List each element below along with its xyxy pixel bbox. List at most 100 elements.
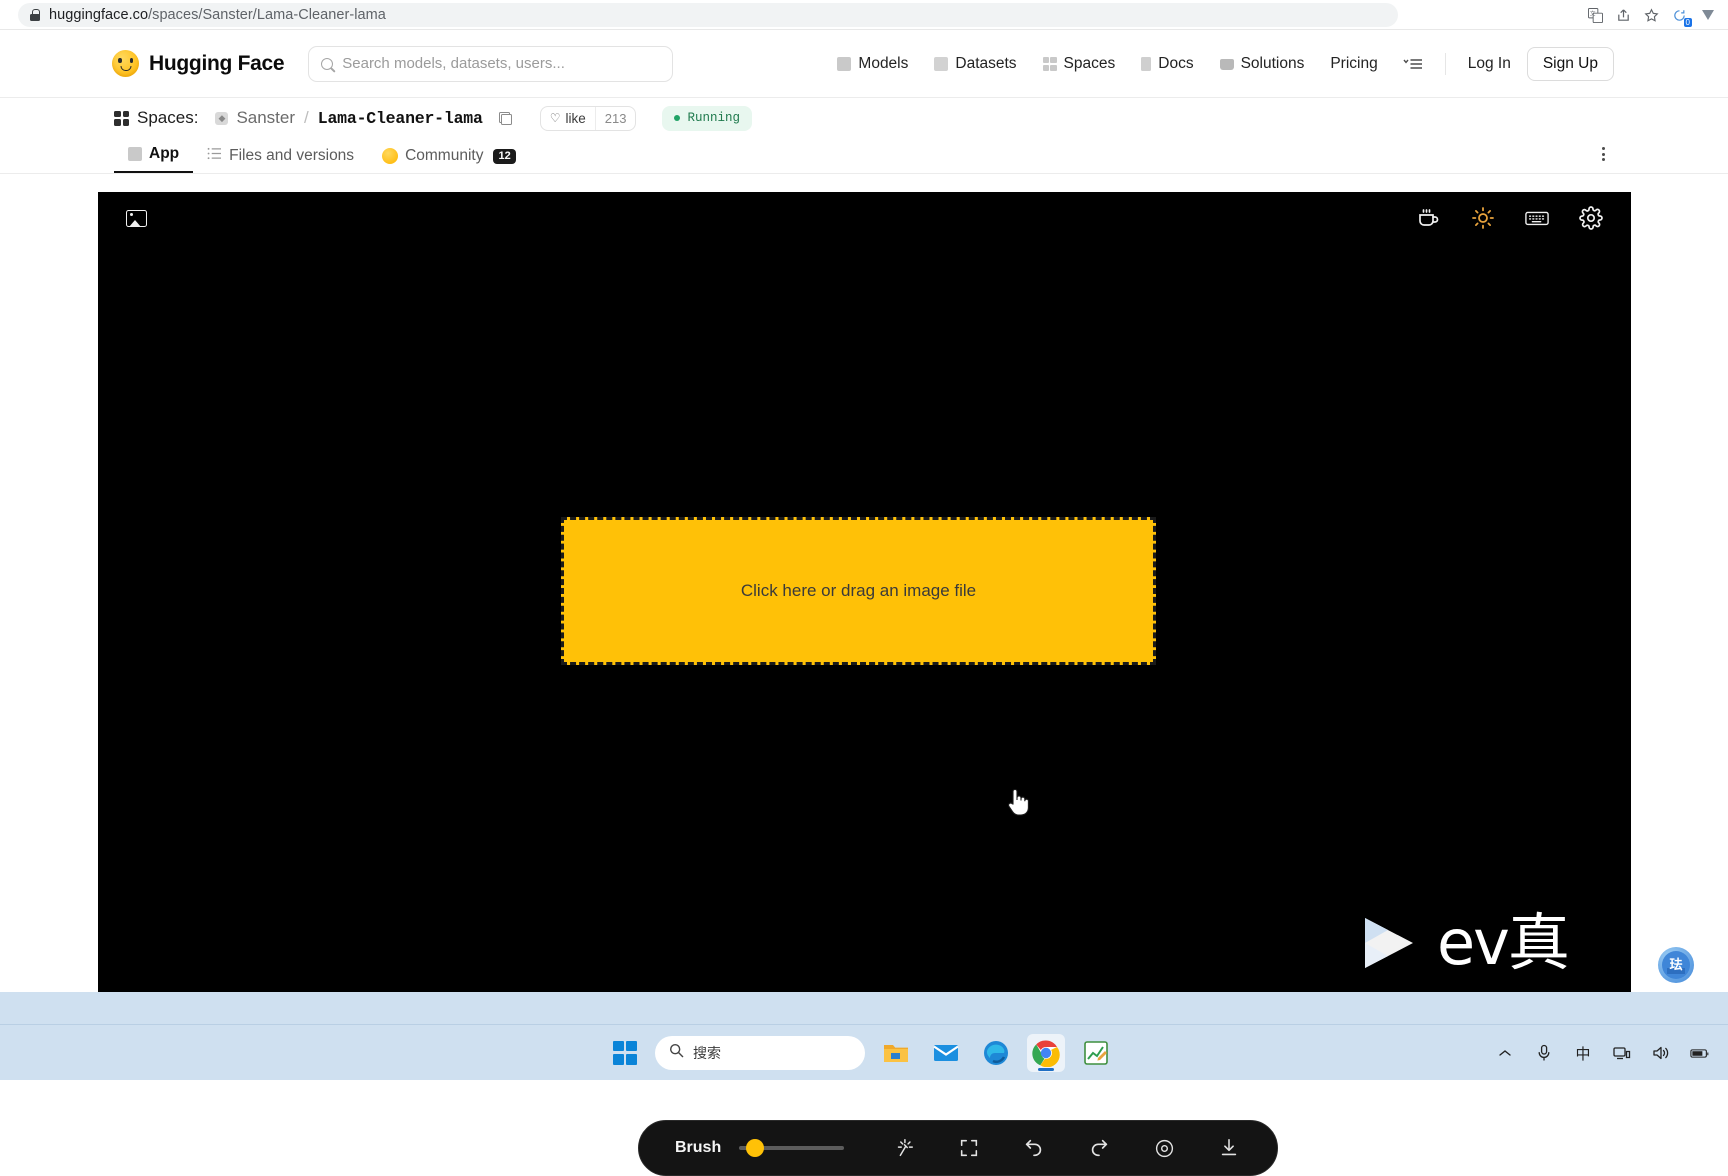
- system-tray: 中: [1495, 1025, 1710, 1081]
- search-placeholder: Search models, datasets, users...: [342, 55, 565, 72]
- nav-label: Pricing: [1330, 55, 1377, 73]
- dropzone-label: Click here or drag an image file: [741, 581, 976, 601]
- editor-bottom-toolbar: Brush: [638, 1120, 1278, 1176]
- extension-v-icon[interactable]: [1695, 3, 1720, 28]
- nav-item-docs[interactable]: Docs: [1128, 55, 1206, 73]
- file-explorer-icon[interactable]: [877, 1034, 915, 1072]
- breadcrumb-spaces-label[interactable]: Spaces:: [137, 108, 198, 128]
- cube-icon: [837, 57, 851, 71]
- like-count: 213: [595, 107, 636, 130]
- hugging-face-emoji-icon: [382, 148, 398, 164]
- taskbar-search-input[interactable]: 搜索: [655, 1036, 865, 1070]
- nav-item-pricing[interactable]: Pricing: [1317, 55, 1390, 73]
- search-input[interactable]: Search models, datasets, users...: [308, 46, 673, 82]
- eye-preview-icon[interactable]: [1152, 1136, 1176, 1160]
- magic-wand-icon[interactable]: [892, 1136, 916, 1160]
- tab-label: Files and versions: [229, 147, 354, 165]
- breadcrumb: Spaces: ◆ Sanster / Lama-Cleaner-lama ♡ …: [114, 106, 752, 131]
- briefcase-icon: [1220, 59, 1234, 70]
- brand-name: Hugging Face: [149, 52, 284, 76]
- mail-icon[interactable]: [927, 1034, 965, 1072]
- globe-badge-icon: 珐: [1658, 947, 1694, 983]
- desktop-background-strip: [0, 992, 1728, 1024]
- pointer-hand-cursor: [1004, 787, 1030, 817]
- space-breadcrumb-bar: Spaces: ◆ Sanster / Lama-Cleaner-lama ♡ …: [0, 98, 1728, 138]
- undo-icon[interactable]: [1022, 1136, 1046, 1160]
- redo-icon[interactable]: [1087, 1136, 1111, 1160]
- nav-item-spaces[interactable]: Spaces: [1030, 55, 1129, 73]
- app-toolbar: [98, 192, 1631, 244]
- like-button[interactable]: ♡ like 213: [540, 106, 637, 131]
- nav-item-models[interactable]: Models: [824, 55, 921, 73]
- sync-badge: 0: [1684, 18, 1692, 27]
- huggingface-header: Hugging Face Search models, datasets, us…: [0, 30, 1728, 98]
- ime-chinese-indicator[interactable]: 中: [1573, 1043, 1593, 1063]
- taskbar-center-group: 搜索: [613, 1034, 1115, 1072]
- status-label: Running: [687, 111, 740, 125]
- microphone-icon[interactable]: [1534, 1043, 1554, 1063]
- breadcrumb-owner[interactable]: Sanster: [236, 108, 295, 128]
- settings-gear-icon[interactable]: [1579, 206, 1603, 230]
- nav-label: Spaces: [1064, 55, 1116, 73]
- fullscreen-expand-icon[interactable]: [957, 1136, 981, 1160]
- volume-icon[interactable]: [1651, 1043, 1671, 1063]
- nav-label: Docs: [1158, 55, 1193, 73]
- nav-item-datasets[interactable]: Datasets: [921, 55, 1029, 73]
- browser-toolbar: huggingface.co/spaces/Sanster/Lama-Clean…: [0, 0, 1728, 30]
- cube-icon: [128, 147, 142, 161]
- hamburger-menu-icon[interactable]: [1391, 57, 1435, 71]
- breadcrumb-separator: /: [304, 108, 309, 128]
- share-icon[interactable]: [1611, 3, 1636, 28]
- spaces-grid-icon: [114, 111, 129, 126]
- svg-text:文: 文: [1590, 9, 1596, 17]
- tab-app[interactable]: App: [114, 145, 193, 173]
- more-options-icon[interactable]: [1592, 143, 1614, 165]
- coffee-icon[interactable]: [1417, 206, 1441, 230]
- download-icon[interactable]: [1217, 1136, 1241, 1160]
- show-hidden-icons-chevron[interactable]: [1495, 1043, 1515, 1063]
- brush-size-slider[interactable]: [739, 1146, 844, 1150]
- avatar: ◆: [215, 112, 228, 125]
- editor-action-icons: [892, 1136, 1241, 1160]
- hugging-face-emoji-icon: [112, 50, 139, 77]
- network-icon[interactable]: [1612, 1043, 1632, 1063]
- keyboard-shortcuts-icon[interactable]: [1525, 206, 1549, 230]
- breadcrumb-repo[interactable]: Lama-Cleaner-lama: [318, 109, 483, 128]
- active-app-underline: [1038, 1068, 1054, 1071]
- database-icon: [934, 57, 948, 71]
- address-bar[interactable]: huggingface.co/spaces/Sanster/Lama-Clean…: [18, 3, 1398, 27]
- document-icon: [1141, 57, 1151, 71]
- copy-icon[interactable]: [499, 112, 512, 125]
- tab-community[interactable]: Community 12: [368, 147, 530, 173]
- login-button[interactable]: Log In: [1456, 55, 1523, 73]
- search-icon: [321, 58, 333, 70]
- brand-logo[interactable]: Hugging Face: [112, 50, 284, 77]
- tab-badge-count: 12: [493, 149, 515, 164]
- like-label: like: [565, 111, 585, 126]
- space-tabs: App Files and versions Community 12: [0, 138, 1728, 174]
- page-left-margin: [0, 192, 98, 992]
- url-text: huggingface.co/spaces/Sanster/Lama-Clean…: [49, 7, 386, 23]
- image-icon[interactable]: [126, 210, 147, 227]
- image-dropzone[interactable]: Click here or drag an image file: [561, 517, 1156, 665]
- nav-label: Solutions: [1241, 55, 1305, 73]
- translate-icon[interactable]: 文: [1583, 3, 1608, 28]
- lock-icon: [30, 9, 40, 21]
- google-chrome-icon[interactable]: [1027, 1034, 1065, 1072]
- app-tool-icons: [1417, 206, 1603, 230]
- chart-editor-icon[interactable]: [1077, 1034, 1115, 1072]
- brightness-sun-icon[interactable]: [1471, 206, 1495, 230]
- lama-cleaner-app: Click here or drag an image file Brush: [98, 192, 1631, 992]
- page-right-margin: [1631, 192, 1728, 992]
- bookmark-star-icon[interactable]: [1639, 3, 1664, 28]
- like-left[interactable]: ♡ like: [541, 111, 595, 126]
- battery-icon[interactable]: [1690, 1043, 1710, 1063]
- brush-slider-handle[interactable]: [746, 1139, 764, 1157]
- nav-item-solutions[interactable]: Solutions: [1207, 55, 1318, 73]
- tab-files-and-versions[interactable]: Files and versions: [193, 147, 368, 173]
- signup-button[interactable]: Sign Up: [1527, 47, 1614, 81]
- status-dot-icon: [674, 115, 680, 121]
- sync-icon[interactable]: 0: [1667, 3, 1692, 28]
- windows-start-icon[interactable]: [613, 1041, 637, 1065]
- microsoft-edge-icon[interactable]: [977, 1034, 1015, 1072]
